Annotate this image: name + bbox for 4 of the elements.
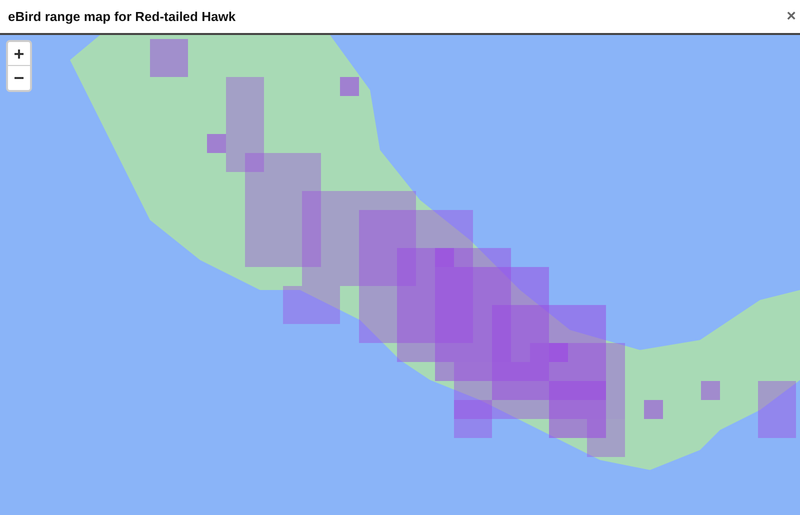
close-button[interactable]: ×	[782, 8, 800, 24]
zoom-out-button[interactable]: −	[8, 66, 30, 90]
window-title: eBird range map for Red-tailed Hawk	[8, 8, 236, 26]
zoom-in-button[interactable]: +	[8, 42, 30, 66]
